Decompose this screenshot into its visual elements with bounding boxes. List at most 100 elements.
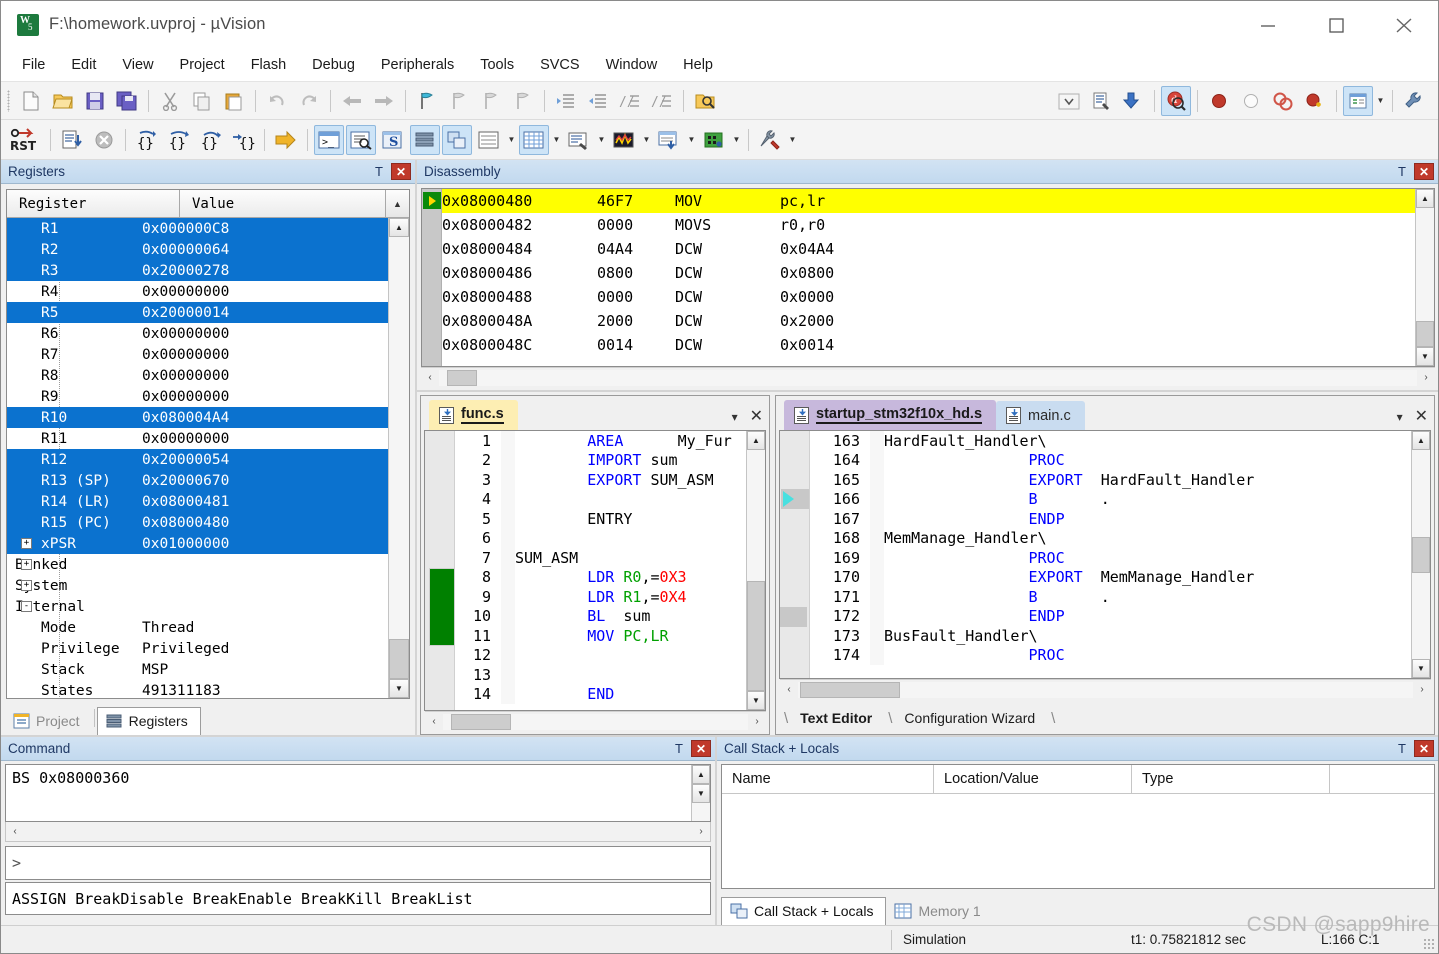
scroll-thumb[interactable] [447,369,477,386]
startup-lines[interactable]: 163 HardFault_Handler\ 164 PROC 165 EXPORT … [810,431,1411,678]
close-icon[interactable]: ✕ [691,740,711,757]
tab-main-c[interactable]: main.c [996,401,1085,430]
register-row[interactable]: R11 0x00000000 [7,428,388,449]
column-header-location-value[interactable]: Location/Value [934,765,1132,794]
disable-breakpoint-icon[interactable] [1236,86,1266,116]
scroll-track[interactable] [24,823,692,840]
scroll-thumb[interactable] [451,713,511,730]
disassembly-line[interactable]: 0x08000480 46F7 MOV pc,lr [442,189,1415,213]
code-line[interactable]: 10 BL sum [455,606,746,626]
maximize-button[interactable] [1302,1,1370,48]
scroll-up-button[interactable]: ▲ [1412,431,1430,450]
code-line[interactable]: 13 [455,665,746,685]
menu-debug[interactable]: Debug [299,53,368,77]
editor-close-icon[interactable]: ✕ [1415,409,1428,425]
register-row[interactable]: R7 0x00000000 [7,344,388,365]
code-line[interactable]: 5 ENTRY [455,509,746,529]
minimize-button[interactable] [1234,1,1302,48]
pin-icon[interactable]: Τ [1393,162,1411,182]
scroll-track[interactable] [692,803,710,821]
navigate-forward-icon[interactable] [369,86,399,116]
code-line[interactable]: 170 EXPORT MemManage_Handler [810,567,1411,587]
code-line[interactable]: 171 B . [810,587,1411,607]
menu-project[interactable]: Project [167,53,238,77]
code-line[interactable]: 174 PROC [810,645,1411,665]
run-icon[interactable] [57,125,87,155]
scroll-down-button[interactable]: ▼ [389,679,409,698]
undo-icon[interactable] [262,86,292,116]
scroll-thumb[interactable] [1412,536,1430,573]
code-line[interactable]: 173 BusFault_Handler\ [810,626,1411,646]
code-line[interactable]: 169 PROC [810,548,1411,568]
toolbar-grip[interactable] [7,89,10,112]
system-viewer-icon[interactable] [699,125,729,155]
func-s-gutter[interactable] [425,431,455,710]
serial-windows-icon[interactable] [564,125,594,155]
register-row[interactable]: R3 0x20000278 [7,260,388,281]
register-row[interactable]: + System [7,575,388,596]
register-row[interactable]: R14 (LR) 0x08000481 [7,491,388,512]
expand-icon[interactable]: + [21,580,32,591]
register-row[interactable]: Mode Thread [7,617,388,638]
new-file-icon[interactable] [16,86,46,116]
expand-icon[interactable]: + [21,538,32,549]
command-window-icon[interactable]: >_ [314,124,344,155]
register-row[interactable]: R12 0x20000054 [7,449,388,470]
column-header-extra[interactable] [1330,765,1434,794]
column-header-register[interactable]: Register [7,190,180,218]
disassembly-line[interactable]: 0x08000488 0000 DCW 0x0000 [442,285,1415,309]
scroll-track-lower[interactable] [1412,572,1430,659]
navigate-back-icon[interactable] [337,86,367,116]
column-header-name[interactable]: Name [722,765,934,794]
scroll-track[interactable] [1416,208,1434,321]
menu-tools[interactable]: Tools [467,53,527,77]
save-icon[interactable] [80,86,110,116]
register-row[interactable]: + xPSR 0x01000000 [7,533,388,554]
scroll-thumb[interactable] [389,639,409,679]
disassembly-window-icon[interactable] [346,124,376,155]
column-header-value[interactable]: Value [180,190,386,218]
debug-windows-dropdown[interactable]: ▼ [1374,86,1387,116]
scroll-down-button[interactable]: ▼ [1412,659,1430,678]
combo-dropdown[interactable] [1054,86,1084,116]
tab-project[interactable]: Project [5,708,92,735]
start-stop-debug-icon[interactable]: d [1161,85,1191,116]
command-input[interactable]: > [5,846,711,880]
disassembly-line[interactable]: 0x08000486 0800 DCW 0x0800 [442,261,1415,285]
scroll-left-button[interactable]: ‹ [425,716,443,727]
scroll-track[interactable] [439,369,1417,386]
register-row[interactable]: R1 0x000000C8 [7,218,388,239]
code-line[interactable]: 11 MOV PC,LR [455,626,746,646]
menu-peripherals[interactable]: Peripherals [368,53,467,77]
startup-code-area[interactable]: 163 HardFault_Handler\ 164 PROC 165 EXPORT … [779,430,1431,679]
register-row[interactable]: R8 0x00000000 [7,365,388,386]
command-output[interactable]: BS 0x08000360 ▲ ▼ [5,764,711,822]
disassembly-hscrollbar[interactable]: ‹ › [421,367,1435,387]
scroll-right-button[interactable]: › [1417,372,1435,383]
call-stack-rows[interactable] [722,794,1434,888]
watch-windows-icon[interactable] [474,125,504,155]
find-in-files-icon[interactable] [690,86,720,116]
tab-configuration-wizard[interactable]: Configuration Wizard [894,707,1049,729]
register-row[interactable]: Stack MSP [7,659,388,680]
scroll-thumb[interactable] [747,581,765,691]
serial-windows-dropdown[interactable]: ▼ [595,125,608,155]
toolbox-icon[interactable] [755,125,785,155]
scroll-right-button[interactable]: › [748,716,766,727]
code-line[interactable]: 166 B . [810,489,1411,509]
register-row[interactable]: + Banked [7,554,388,575]
disassembly-gutter[interactable] [422,189,442,366]
memory-windows-icon[interactable] [519,124,549,155]
startup-gutter[interactable] [780,431,810,678]
command-output-vscrollbar[interactable]: ▲ ▼ [691,765,710,821]
disassembly-line[interactable]: 0x08000482 0000 MOVS r0,r0 [442,213,1415,237]
step-over-icon[interactable]: {} [164,125,194,155]
watch-windows-dropdown[interactable]: ▼ [505,125,518,155]
expand-icon[interactable]: + [21,559,32,570]
code-line[interactable]: 14 END [455,684,746,704]
registers-vscrollbar[interactable]: ▲ ▼ [388,218,409,698]
disassembly-line[interactable]: 0x08000484 04A4 DCW 0x04A4 [442,237,1415,261]
tab-memory-1[interactable]: Memory 1 [886,898,992,925]
tab-list-dropdown-icon[interactable]: ▾ [732,410,738,424]
scroll-up-button[interactable]: ▲ [1416,189,1434,208]
